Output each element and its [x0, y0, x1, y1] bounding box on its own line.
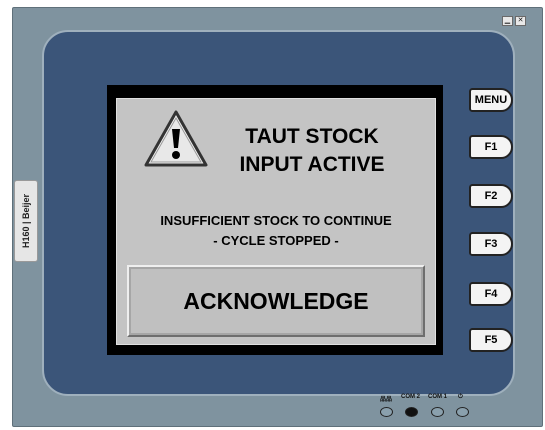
- ethernet-led: [380, 407, 393, 417]
- com1-led: [431, 407, 444, 417]
- minimize-icon[interactable]: ▁: [502, 16, 513, 26]
- close-icon[interactable]: ✕: [515, 16, 526, 26]
- brand-label: H160 | Beijer: [14, 180, 38, 262]
- f1-key[interactable]: F1: [469, 135, 513, 159]
- com2-led: [405, 407, 418, 417]
- alarm-message-line1: INSUFFICIENT STOCK TO CONTINUE: [160, 213, 392, 228]
- f5-key[interactable]: F5: [469, 328, 513, 352]
- menu-key[interactable]: MENU: [469, 88, 513, 112]
- f4-key[interactable]: F4: [469, 282, 513, 306]
- alarm-screen: TAUT STOCK INPUT ACTIVE INSUFFICIENT STO…: [116, 98, 436, 345]
- com2-port-label: COM 2: [401, 394, 421, 400]
- alarm-title-line2: INPUT ACTIVE: [239, 153, 385, 176]
- acknowledge-button[interactable]: ACKNOWLEDGE: [127, 265, 425, 337]
- alarm-message-line2: - CYCLE STOPPED -: [213, 233, 339, 248]
- alarm-title-line1: TAUT STOCK: [245, 125, 379, 148]
- com1-port-label: COM 1: [428, 394, 448, 400]
- ethernet-port-label: 品品: [380, 397, 393, 403]
- power-led: [456, 407, 469, 417]
- brand-text: H160 | Beijer: [21, 193, 31, 249]
- f2-key[interactable]: F2: [469, 184, 513, 208]
- f3-key[interactable]: F3: [469, 232, 513, 256]
- power-icon: ⏻: [458, 394, 463, 400]
